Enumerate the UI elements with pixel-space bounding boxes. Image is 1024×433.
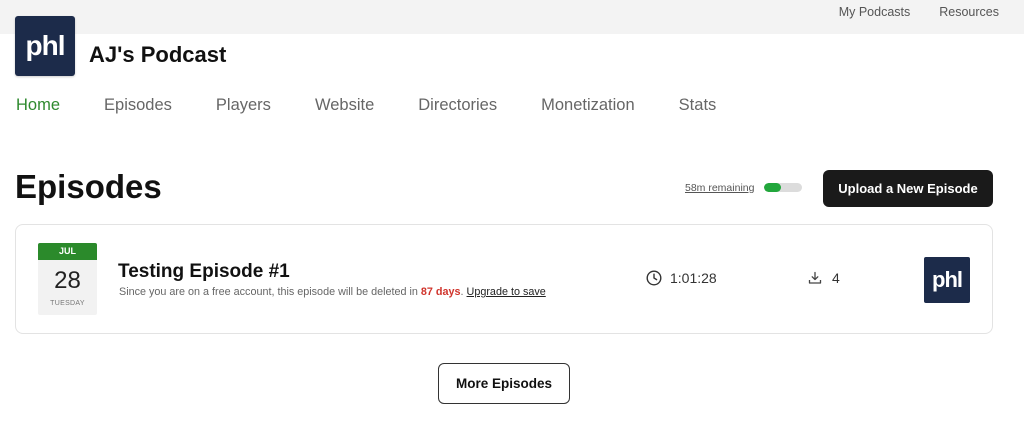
date-weekday: TUESDAY: [50, 300, 85, 307]
storage-progress-bar: [764, 183, 802, 192]
upload-episode-button[interactable]: Upload a New Episode: [823, 170, 993, 207]
episode-duration: 1:01:28: [646, 270, 717, 286]
nav-stats[interactable]: Stats: [679, 96, 717, 115]
my-podcasts-link[interactable]: My Podcasts: [839, 5, 911, 19]
episode-title[interactable]: Testing Episode #1: [118, 261, 290, 283]
episodes-heading: Episodes: [15, 168, 162, 205]
top-links: My Podcasts Resources: [839, 5, 999, 19]
resources-link[interactable]: Resources: [939, 5, 999, 19]
episode-deletion-note: Since you are on a free account, this ep…: [119, 286, 546, 298]
episode-card[interactable]: JUL 28 TUESDAY Testing Episode #1 Since …: [15, 224, 993, 334]
main-nav: Home Episodes Players Website Directorie…: [16, 96, 760, 115]
download-icon: [808, 271, 822, 284]
nav-monetization[interactable]: Monetization: [541, 96, 635, 115]
date-month: JUL: [38, 243, 97, 260]
downloads-count: 4: [832, 270, 840, 286]
nav-players[interactable]: Players: [216, 96, 271, 115]
note-prefix: Since you are on a free account, this ep…: [119, 286, 421, 298]
date-day: 28: [54, 267, 81, 294]
episode-date-badge: JUL 28 TUESDAY: [38, 243, 97, 315]
remaining-time-link[interactable]: 58m remaining: [685, 182, 754, 194]
nav-website[interactable]: Website: [315, 96, 374, 115]
upgrade-link[interactable]: Upgrade to save: [467, 286, 546, 298]
nav-episodes[interactable]: Episodes: [104, 96, 172, 115]
nav-home[interactable]: Home: [16, 96, 60, 115]
podcast-logo[interactable]: phl: [15, 16, 75, 76]
podcast-title: AJ's Podcast: [89, 42, 227, 67]
episode-artwork: phl: [924, 257, 970, 303]
top-bar: My Podcasts Resources: [0, 0, 1024, 34]
episode-downloads: 4: [808, 270, 840, 286]
days-remaining: 87 days: [420, 286, 461, 298]
storage-progress-fill: [764, 183, 782, 192]
duration-value: 1:01:28: [670, 270, 717, 286]
nav-directories[interactable]: Directories: [418, 96, 497, 115]
clock-icon: [646, 270, 662, 286]
more-episodes-button[interactable]: More Episodes: [438, 363, 570, 404]
